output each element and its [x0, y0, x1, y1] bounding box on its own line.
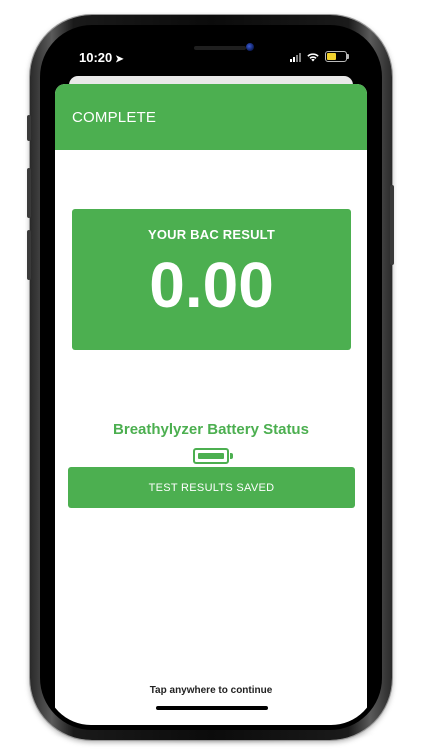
home-indicator[interactable] — [156, 706, 268, 710]
power-button — [390, 185, 394, 265]
status-time-text: 10:20 — [79, 50, 113, 65]
status-bar-time: 10:20 ➤ — [79, 50, 124, 65]
notch — [153, 30, 305, 60]
battery-status-title: Breathylyzer Battery Status — [113, 421, 309, 438]
front-camera — [246, 43, 254, 51]
modal-header: COMPLETE — [55, 84, 367, 150]
volume-up-button — [27, 168, 31, 218]
battery-icon — [325, 51, 349, 62]
header-title: COMPLETE — [72, 108, 157, 126]
status-bar-icons — [290, 51, 349, 62]
volume-down-button — [27, 230, 31, 280]
earpiece-speaker — [194, 46, 246, 50]
location-arrow-icon: ➤ — [115, 54, 124, 65]
test-results-saved-button[interactable]: TEST RESULTS SAVED — [68, 467, 355, 508]
tap-to-continue-hint: Tap anywhere to continue — [149, 685, 273, 696]
bac-result-card: YOUR BAC RESULT 0.00 — [72, 209, 351, 350]
phone-screen: 10:20 ➤ COMPLETE YOUR BAC RESULT 0.00 Bre… — [45, 30, 377, 725]
battery-full-icon — [193, 448, 233, 464]
silent-switch — [27, 115, 31, 141]
bac-result-value: 0.00 — [149, 249, 274, 321]
bac-result-label: YOUR BAC RESULT — [148, 227, 275, 242]
result-modal[interactable]: COMPLETE YOUR BAC RESULT 0.00 Breathylyz… — [55, 84, 367, 725]
cellular-signal-icon — [290, 52, 301, 62]
wifi-icon — [307, 52, 319, 61]
